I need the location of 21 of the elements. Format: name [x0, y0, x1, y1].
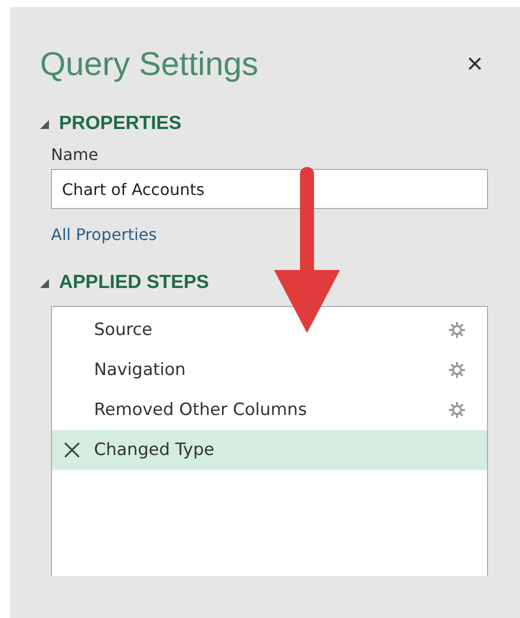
- step-item[interactable]: Source: [52, 310, 487, 350]
- collapse-triangle-icon[interactable]: [40, 120, 49, 128]
- step-item[interactable]: Removed Other Columns: [52, 390, 487, 430]
- collapse-triangle-icon[interactable]: [40, 278, 49, 288]
- all-properties-link[interactable]: All Properties: [51, 225, 157, 244]
- step-label: Source: [94, 320, 154, 340]
- panel-title: Query Settings: [40, 45, 258, 83]
- close-button[interactable]: ×: [462, 48, 487, 80]
- gear-icon[interactable]: [447, 360, 467, 380]
- step-item[interactable]: Navigation: [52, 350, 487, 390]
- gear-icon[interactable]: [447, 400, 467, 420]
- gear-icon[interactable]: [447, 320, 467, 340]
- step-label: Navigation: [94, 360, 187, 380]
- delete-icon[interactable]: [62, 440, 82, 460]
- step-label: Changed Type: [94, 440, 216, 460]
- name-input-field[interactable]: Chart of Accounts: [51, 169, 488, 209]
- field-label: Name: [51, 145, 100, 164]
- section-heading: APPLIED STEPS: [59, 272, 209, 294]
- step-label: Removed Other Columns: [94, 400, 308, 420]
- section-heading: PROPERTIES: [59, 113, 182, 135]
- step-item[interactable]: Changed Type: [52, 430, 487, 470]
